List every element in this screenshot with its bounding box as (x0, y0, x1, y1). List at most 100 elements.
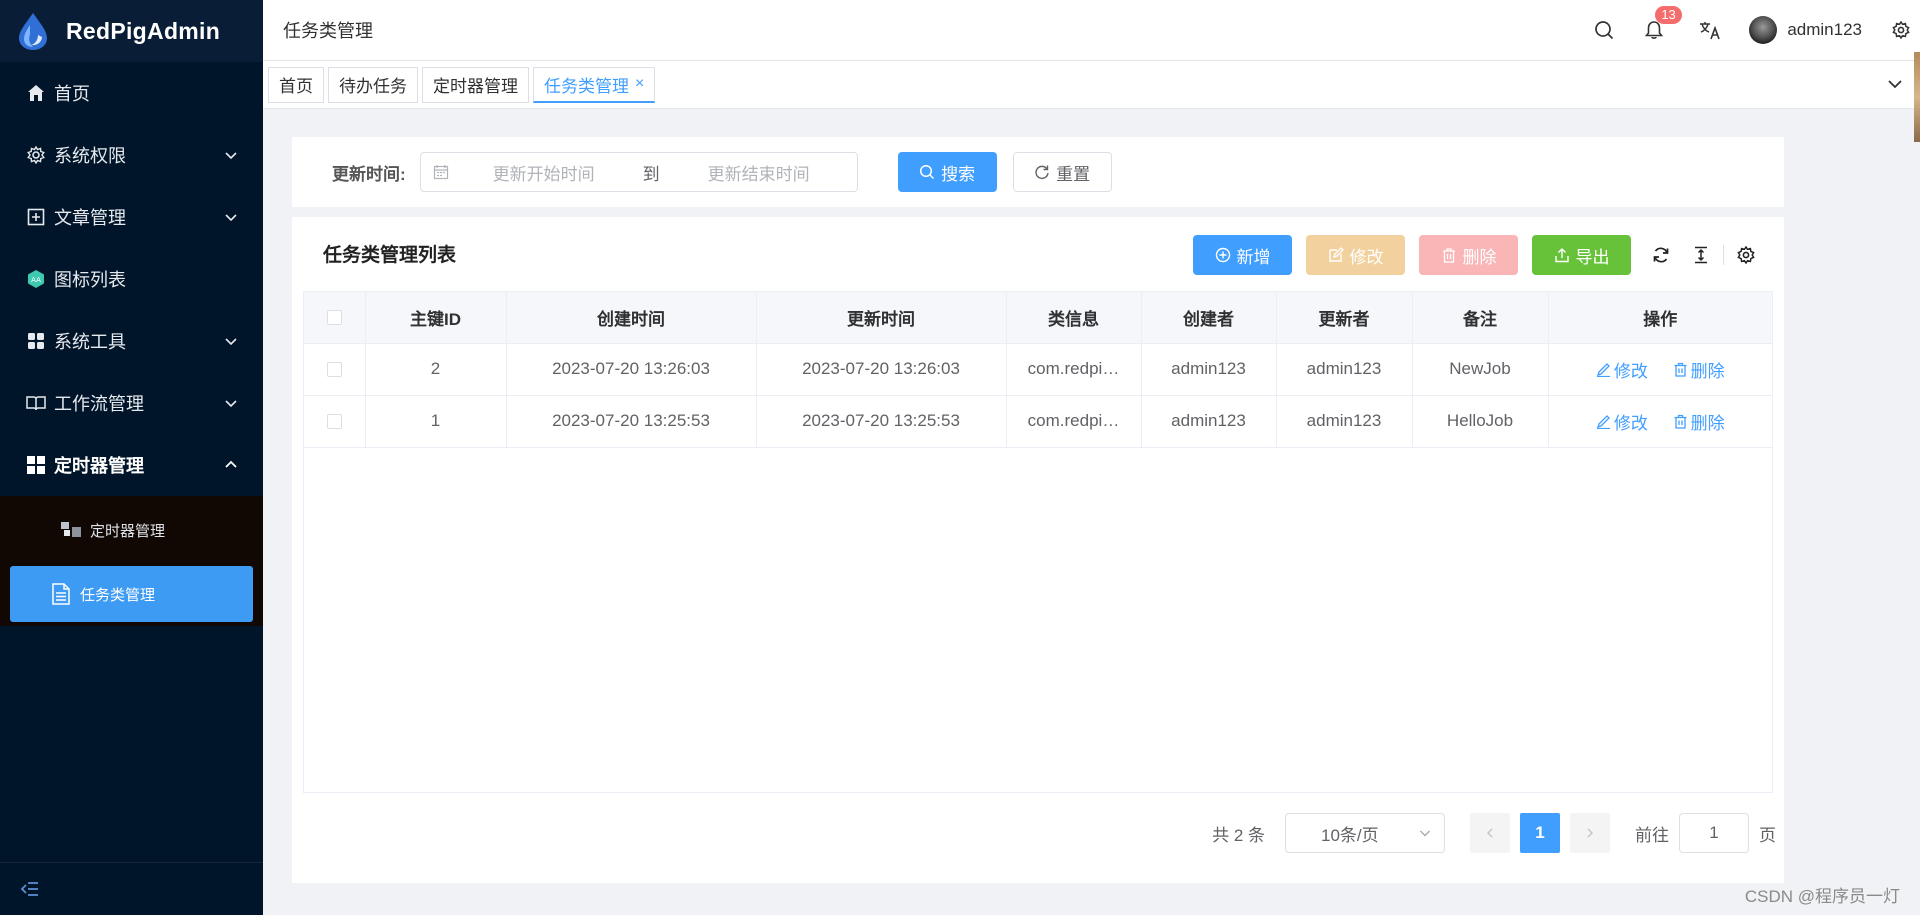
page-jumper: 前往 1 页 (1635, 813, 1776, 853)
sidebar-item-timer-management[interactable]: 定时器管理 (0, 434, 263, 496)
username[interactable]: admin123 (1787, 20, 1862, 40)
table-header-row: 主键ID 创建时间 更新时间 类信息 创建者 更新者 备注 操作 (304, 292, 1772, 344)
translate-icon[interactable] (1699, 19, 1721, 41)
table-row[interactable]: 1 2023-07-20 13:25:53 2023-07-20 13:25:5… (304, 395, 1772, 448)
row-edit-link[interactable]: 修改 (1596, 409, 1648, 434)
svg-text:AA: AA (31, 276, 41, 284)
sidebar-item-articles[interactable]: 文章管理 (0, 186, 263, 248)
next-page-button[interactable] (1570, 813, 1610, 853)
chevron-down-icon (225, 338, 237, 346)
tab-task-class[interactable]: 任务类管理 × (533, 66, 656, 103)
window-edge-decoration (1914, 52, 1920, 142)
collapse-menu-icon[interactable] (20, 879, 40, 899)
logo[interactable]: RedPigAdmin (0, 0, 263, 62)
water-drop-logo-icon (19, 13, 47, 50)
cell-class-info: com.redpi… (1006, 395, 1142, 448)
start-time-input[interactable]: 更新开始时间 (469, 160, 619, 185)
delete-button[interactable]: 删除 (1419, 235, 1518, 275)
search-icon[interactable] (1593, 19, 1615, 41)
chevron-down-icon[interactable] (1886, 75, 1904, 93)
trash-icon (1673, 362, 1688, 377)
pagination-total: 共 2 条 (1212, 825, 1265, 845)
sidebar-item-system-permissions[interactable]: 系统权限 (0, 124, 263, 186)
row-delete-label: 删除 (1690, 361, 1725, 381)
refresh-icon[interactable] (1651, 245, 1671, 265)
range-separator: 到 (642, 164, 660, 184)
dashboard-icon (26, 455, 46, 475)
table-row[interactable]: 2 2023-07-20 13:26:03 2023-07-20 13:26:0… (304, 343, 1772, 396)
tab-label: 定时器管理 (433, 77, 518, 96)
cell-created: 2023-07-20 13:25:53 (506, 395, 757, 448)
chevron-down-icon (225, 152, 237, 160)
cell-remark: NewJob (1412, 343, 1549, 396)
app-name: RedPigAdmin (66, 17, 221, 44)
export-button[interactable]: 导出 (1532, 235, 1631, 275)
search-button-label: 搜索 (941, 164, 976, 184)
cell-created: 2023-07-20 13:26:03 (506, 343, 757, 396)
sidebar-item-icon-list[interactable]: AA 图标列表 (0, 248, 263, 310)
select-all-checkbox[interactable] (326, 310, 342, 326)
sidebar-item-workflow[interactable]: 工作流管理 (0, 372, 263, 434)
page-number-button[interactable]: 1 (1520, 813, 1560, 853)
reset-button-label: 重置 (1056, 164, 1091, 184)
search-button[interactable]: 搜索 (897, 152, 997, 192)
chevron-down-icon (225, 214, 237, 222)
column-header: 更新者 (1276, 292, 1413, 344)
row-select-cell[interactable] (304, 395, 366, 448)
end-time-input[interactable]: 更新结束时间 (684, 160, 834, 185)
column-header: 创建者 (1141, 292, 1277, 344)
edit-button[interactable]: 修改 (1306, 235, 1405, 275)
add-button-label: 新增 (1236, 247, 1271, 267)
row-delete-link[interactable]: 删除 (1673, 409, 1725, 434)
sidebar-item-home[interactable]: 首页 (0, 62, 263, 124)
sidebar-item-label: 系统工具 (54, 332, 126, 352)
tab-label: 任务类管理 (544, 76, 629, 96)
tab-timer[interactable]: 定时器管理 (422, 66, 529, 103)
trash-icon (1441, 247, 1457, 263)
cell-remark: HelloJob (1412, 395, 1549, 448)
search-icon (919, 164, 935, 180)
column-header: 操作 (1548, 292, 1772, 344)
sidebar-subitem-timer[interactable]: 定时器管理 (10, 502, 253, 558)
page-suffix-label: 页 (1759, 825, 1776, 845)
select-all-cell[interactable] (304, 292, 366, 344)
sidebar-subitem-task-class[interactable]: 任务类管理 (10, 566, 253, 622)
sidebar-subitem-label: 任务类管理 (80, 586, 156, 604)
row-edit-link[interactable]: 修改 (1596, 357, 1648, 382)
row-delete-link[interactable]: 删除 (1673, 357, 1725, 382)
tab-home[interactable]: 首页 (268, 66, 324, 103)
sidebar-item-label: 系统权限 (54, 146, 126, 166)
tab-todo[interactable]: 待办任务 (328, 66, 418, 103)
sidebar-item-label: 文章管理 (54, 208, 126, 228)
list-title: 任务类管理列表 (323, 245, 457, 266)
column-settings-icon[interactable] (1736, 245, 1756, 265)
prev-page-button[interactable] (1470, 813, 1510, 853)
sidebar-menu: 首页 系统权限 文章管理 AA 图标列表 系统工具 工作流管理 定时器管理 (0, 62, 263, 496)
sidebar-item-label: 首页 (54, 84, 90, 104)
goto-page-input[interactable]: 1 (1679, 813, 1749, 853)
cell-class-info: com.redpi… (1006, 343, 1142, 396)
reset-button[interactable]: 重置 (1012, 152, 1112, 192)
row-select-cell[interactable] (304, 343, 366, 396)
settings-gear-icon[interactable] (1890, 19, 1912, 41)
chevron-down-icon (1420, 830, 1430, 837)
cell-actions: 修改 删除 (1548, 343, 1772, 396)
close-icon[interactable]: × (635, 75, 644, 93)
column-height-icon[interactable] (1691, 245, 1711, 265)
tabs-bar: 首页 待办任务 定时器管理 任务类管理 × (263, 61, 1920, 109)
edit-icon (1596, 414, 1611, 429)
gear-icon (26, 145, 46, 165)
update-time-range-picker[interactable]: 更新开始时间 到 更新结束时间 (419, 152, 858, 192)
document-icon (50, 583, 72, 605)
row-checkbox[interactable] (326, 414, 342, 430)
sidebar-item-system-tools[interactable]: 系统工具 (0, 310, 263, 372)
tag-icon: AA (26, 269, 46, 289)
top-header: 任务类管理 13 admin123 (263, 0, 1920, 61)
avatar[interactable] (1749, 16, 1778, 44)
notification-bell-icon[interactable]: 13 (1643, 6, 1682, 41)
timer-submenu: 定时器管理 任务类管理 (0, 496, 263, 626)
page-size-select[interactable]: 10条/页 (1285, 813, 1445, 853)
row-checkbox[interactable] (326, 362, 342, 378)
header-actions: 13 admin123 (1565, 6, 1920, 44)
add-button[interactable]: 新增 (1193, 235, 1292, 275)
